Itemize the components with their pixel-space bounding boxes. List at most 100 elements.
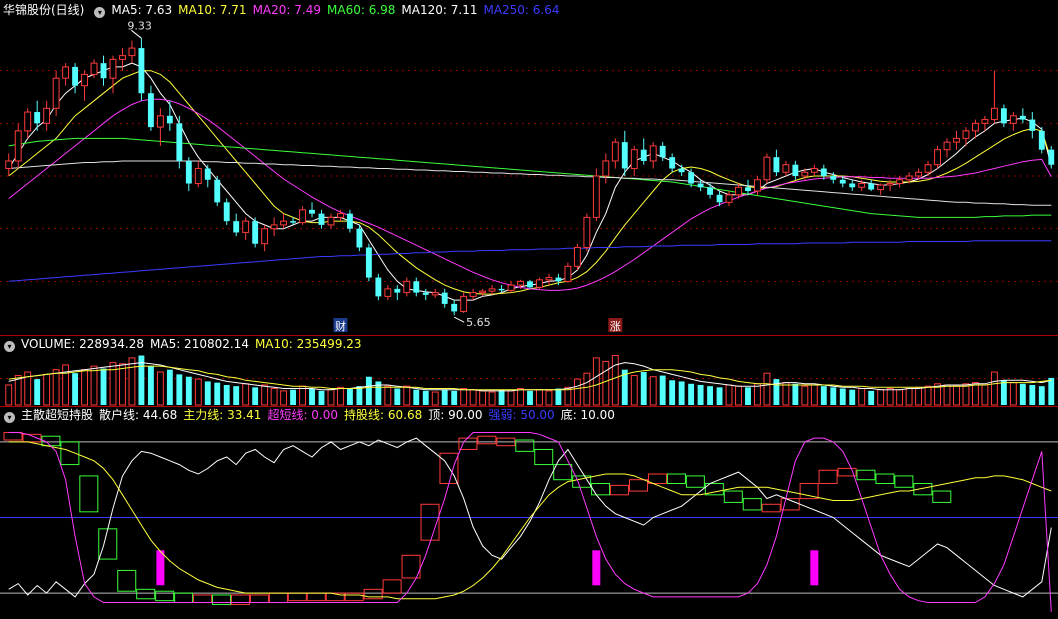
collapse-icon[interactable]: ▾ xyxy=(4,341,15,352)
candle-body xyxy=(583,216,591,248)
collapse-icon[interactable]: ▾ xyxy=(4,412,15,423)
volume-bar xyxy=(630,375,638,406)
candle-body xyxy=(290,221,297,223)
indicator-line-2 xyxy=(8,432,1052,613)
holding-step-box xyxy=(136,588,156,600)
volume-bar xyxy=(611,355,619,406)
candle-body xyxy=(849,183,856,188)
volume-bar xyxy=(697,384,704,405)
candle-body xyxy=(403,280,411,294)
indicator-value-4: 顶: 90.00 xyxy=(428,408,483,422)
holding-step-box xyxy=(818,469,838,484)
volume-bar xyxy=(678,381,685,405)
volume-bar xyxy=(403,385,411,406)
candle-body xyxy=(962,130,970,139)
collapse-icon[interactable]: ▾ xyxy=(94,7,106,18)
holding-step-box xyxy=(249,594,269,604)
candle-body xyxy=(242,220,250,233)
holding-step-box xyxy=(629,479,649,492)
volume-indicator-0: MA5: 210802.14 xyxy=(150,337,249,351)
candle-body xyxy=(384,288,392,297)
candle-body xyxy=(5,160,13,169)
volume-bar xyxy=(649,376,657,406)
candle-body xyxy=(24,111,32,132)
candle-body xyxy=(460,295,468,312)
volume-bar xyxy=(896,389,904,406)
price-indicator-0: MA5: 7.63 xyxy=(111,3,173,17)
candle-body xyxy=(309,209,315,214)
candle-body xyxy=(223,202,230,222)
holding-step-box xyxy=(932,490,952,503)
volume-bar xyxy=(337,386,344,406)
candle-body xyxy=(138,48,145,94)
volume-bar xyxy=(185,376,192,405)
volume-bar xyxy=(204,381,211,405)
candle-body xyxy=(782,164,790,173)
candle-body xyxy=(697,183,704,188)
chart-canvas: 9.33 5.65 财 涨 xyxy=(0,19,1058,613)
candle-body xyxy=(72,66,79,86)
candle-body xyxy=(62,66,70,79)
ma-line-ma20 xyxy=(8,98,1052,291)
candle-body xyxy=(972,122,979,132)
volume-bar xyxy=(223,384,230,405)
candle-body xyxy=(839,179,846,184)
volume-bar xyxy=(441,389,448,405)
candle-body xyxy=(915,171,923,177)
ma-line-ma10 xyxy=(8,70,1052,295)
signal-bar-1 xyxy=(156,550,165,586)
candle-body xyxy=(773,157,780,173)
holding-step-box xyxy=(875,473,895,484)
candle-body xyxy=(1019,115,1026,120)
candle-body xyxy=(659,145,666,158)
volume-bar xyxy=(327,389,335,406)
volume-bar xyxy=(252,387,259,405)
indicator-value-2: 超短线: 0.00 xyxy=(267,408,339,422)
volume-bar xyxy=(394,388,401,405)
badge-cai: 财 xyxy=(335,319,346,333)
holding-step-box xyxy=(742,498,762,511)
candle-body xyxy=(924,164,932,173)
volume-bar xyxy=(962,383,970,406)
candle-body xyxy=(270,224,278,230)
candle-body xyxy=(517,280,524,286)
candle-body xyxy=(280,220,288,226)
volume-bar xyxy=(119,363,126,406)
candle-body xyxy=(498,288,505,291)
candle-body xyxy=(688,172,695,184)
volume-bar xyxy=(943,384,951,406)
volume-bar xyxy=(261,384,269,406)
signal-bar-3 xyxy=(810,550,819,586)
candle-body xyxy=(981,119,989,124)
candle-body xyxy=(233,221,240,233)
candle-body xyxy=(204,168,211,180)
candle-body xyxy=(1029,119,1036,131)
kline-chart-window: 9.33 5.65 财 涨 华锦股份(日线) ▾ MA5: 7.63 MA10: 7.71 M… xyxy=(0,0,1058,615)
candle-body xyxy=(536,279,543,288)
candle-body xyxy=(1009,115,1017,124)
volume-bar xyxy=(745,387,751,405)
candle-body xyxy=(100,63,107,79)
volume-bar xyxy=(716,387,723,405)
volume-bar xyxy=(507,390,515,406)
candle-body xyxy=(621,142,628,169)
volume-bar xyxy=(43,373,51,406)
candle-body xyxy=(356,228,363,248)
candle-body xyxy=(214,179,221,203)
candle-body xyxy=(573,246,581,267)
volume-bar xyxy=(422,390,429,405)
holding-step-box xyxy=(591,482,611,496)
holding-step-box xyxy=(193,594,213,604)
volume-bar xyxy=(1029,384,1036,405)
holding-step-box xyxy=(685,475,705,488)
volume-bar xyxy=(839,388,846,405)
candle-body xyxy=(1048,149,1055,165)
price-indicator-1: MA10: 7.71 xyxy=(178,3,247,17)
volume-bar xyxy=(128,357,136,406)
candle-body xyxy=(479,290,487,294)
indicator-value-0: 散户线: 44.68 xyxy=(99,408,178,422)
volume-bar xyxy=(517,388,524,406)
candle-body xyxy=(990,107,998,121)
volume-bar xyxy=(773,379,780,405)
volume-bar xyxy=(735,385,742,406)
